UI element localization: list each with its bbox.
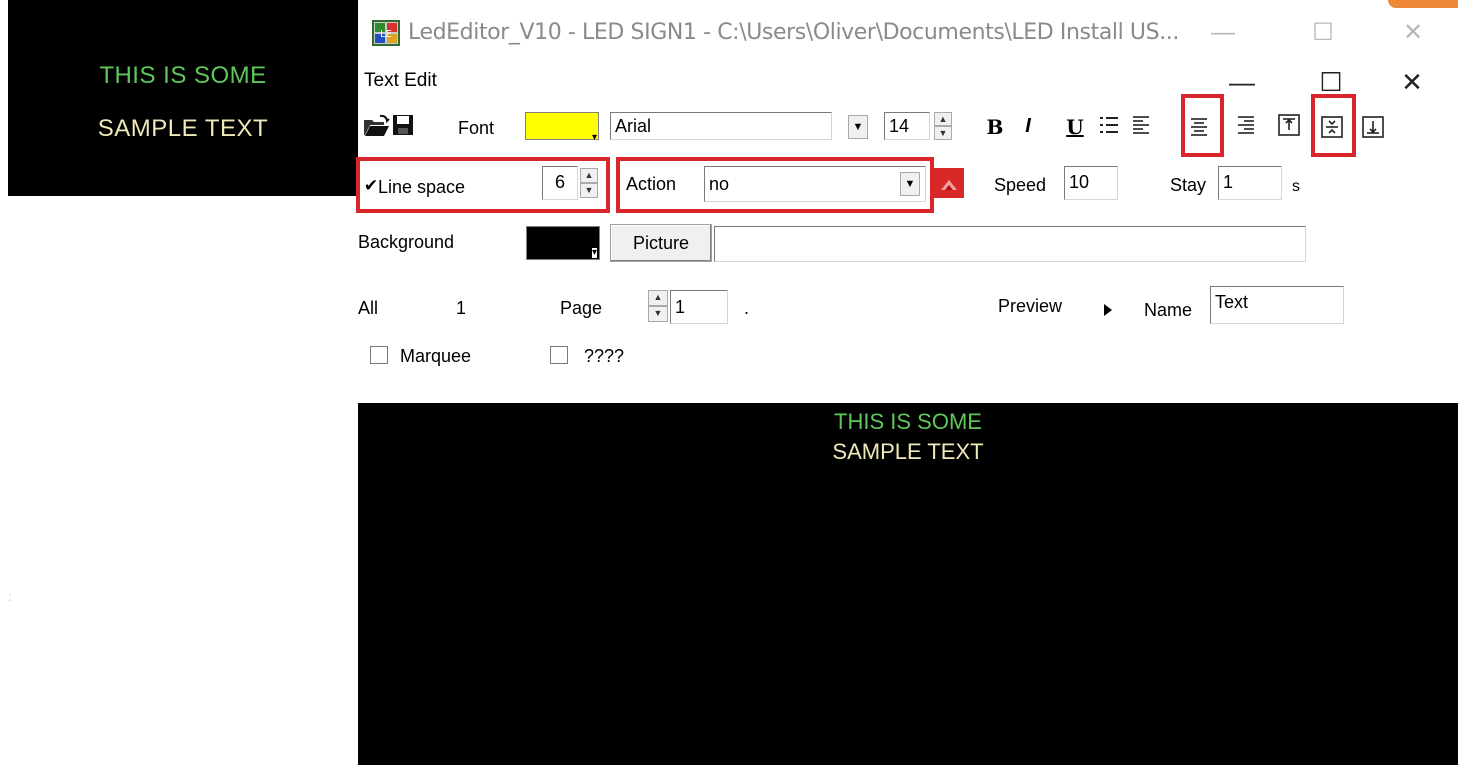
page-down[interactable]: ▼ (648, 306, 668, 322)
picture-button[interactable]: Picture (610, 224, 712, 262)
line-space-label: Line space (378, 177, 466, 197)
line-space-up[interactable]: ▲ (580, 168, 598, 183)
page-input[interactable]: 1 (670, 290, 728, 324)
unknown-label: ???? (584, 346, 625, 366)
preview-line-2: SAMPLE TEXT (832, 439, 984, 464)
all-label: All (358, 298, 379, 318)
accent-tab (1388, 0, 1458, 8)
sign-line-2: SAMPLE TEXT (97, 115, 269, 142)
bullet-list-icon[interactable] (1098, 114, 1120, 136)
valign-top-icon[interactable] (1278, 114, 1302, 136)
background-label: Background (358, 232, 455, 252)
font-size-down[interactable]: ▼ (934, 126, 952, 140)
font-color-swatch[interactable] (525, 112, 599, 140)
name-input[interactable]: Text (1210, 286, 1344, 324)
unknown-checkbox[interactable] (550, 346, 568, 364)
align-center-highlight (1181, 94, 1224, 157)
page-label: Page (560, 298, 603, 318)
line-space-down[interactable]: ▼ (580, 183, 598, 198)
dialog-minimize-button[interactable]: — (1220, 64, 1264, 100)
stay-input[interactable]: 1 (1218, 166, 1282, 200)
marquee-checkbox[interactable] (370, 346, 388, 364)
speed-input[interactable]: 10 (1064, 166, 1118, 200)
text-edit-dialog: Text Edit — ☐ ✕ Font ▾ Arial ▼ 14 ▲ ▼ B … (356, 54, 1458, 400)
italic-button[interactable]: I (1017, 115, 1039, 138)
font-size-input[interactable]: 14 (884, 112, 930, 140)
name-label: Name (1144, 300, 1193, 320)
parent-maximize-button[interactable]: ☐ (1303, 18, 1343, 48)
save-icon[interactable] (392, 114, 416, 138)
font-name-select[interactable]: Arial (610, 112, 832, 140)
valign-bottom-icon[interactable] (1362, 116, 1386, 138)
parent-window-title: LedEditor_V10 - LED SIGN1 - C:\Users\Oli… (408, 20, 1179, 45)
valign-middle-highlight (1311, 94, 1356, 157)
align-right-icon[interactable] (1236, 114, 1258, 136)
dialog-close-button[interactable]: ✕ (1390, 64, 1434, 100)
preview-label[interactable]: Preview (998, 296, 1062, 317)
app-icon: LE (372, 20, 400, 46)
preview-line-1: THIS IS SOME (834, 409, 982, 434)
bold-button[interactable]: B (984, 115, 1006, 139)
font-size-up[interactable]: ▲ (934, 112, 952, 126)
sign-line-1: THIS IS SOME (99, 62, 267, 89)
picture-path-input[interactable] (714, 226, 1306, 262)
open-folder-icon[interactable] (362, 114, 390, 140)
stay-unit: s (1292, 178, 1300, 195)
stray-marker: : (8, 588, 12, 604)
page-up[interactable]: ▲ (648, 290, 668, 306)
text-preview-canvas[interactable]: THIS IS SOME SAMPLE TEXT (358, 403, 1458, 765)
font-name-dropdown-icon[interactable]: ▼ (848, 115, 868, 139)
dialog-title: Text Edit (364, 70, 437, 91)
background-color-dropdown-icon[interactable]: ▾ (592, 248, 598, 258)
marquee-label: Marquee (400, 346, 472, 366)
parent-close-button[interactable]: ✕ (1393, 18, 1433, 48)
led-sign-preview: THIS IS SOME SAMPLE TEXT (8, 0, 358, 196)
line-space-input[interactable]: 6 (542, 166, 578, 200)
parent-titlebar[interactable]: LE LedEditor_V10 - LED SIGN1 - C:\Users\… (358, 0, 1458, 55)
align-left-icon[interactable] (1131, 114, 1153, 136)
page-dot: . (744, 298, 750, 318)
parent-minimize-button[interactable]: — (1203, 18, 1243, 48)
font-label: Font (458, 118, 495, 138)
all-count: 1 (456, 298, 467, 318)
action-label: Action (626, 174, 677, 194)
background-color-swatch[interactable] (526, 226, 600, 260)
font-color-dropdown-icon[interactable]: ▾ (592, 132, 597, 143)
app-icon-label: LE (380, 29, 392, 40)
action-select[interactable]: no (704, 166, 926, 202)
preview-play-icon[interactable] (1102, 302, 1114, 318)
speed-label: Speed (994, 175, 1047, 195)
underline-button[interactable]: U (1064, 115, 1086, 139)
action-color-icon[interactable] (934, 168, 964, 198)
action-dropdown-icon[interactable]: ▼ (900, 172, 920, 196)
stay-label: Stay (1170, 175, 1207, 195)
